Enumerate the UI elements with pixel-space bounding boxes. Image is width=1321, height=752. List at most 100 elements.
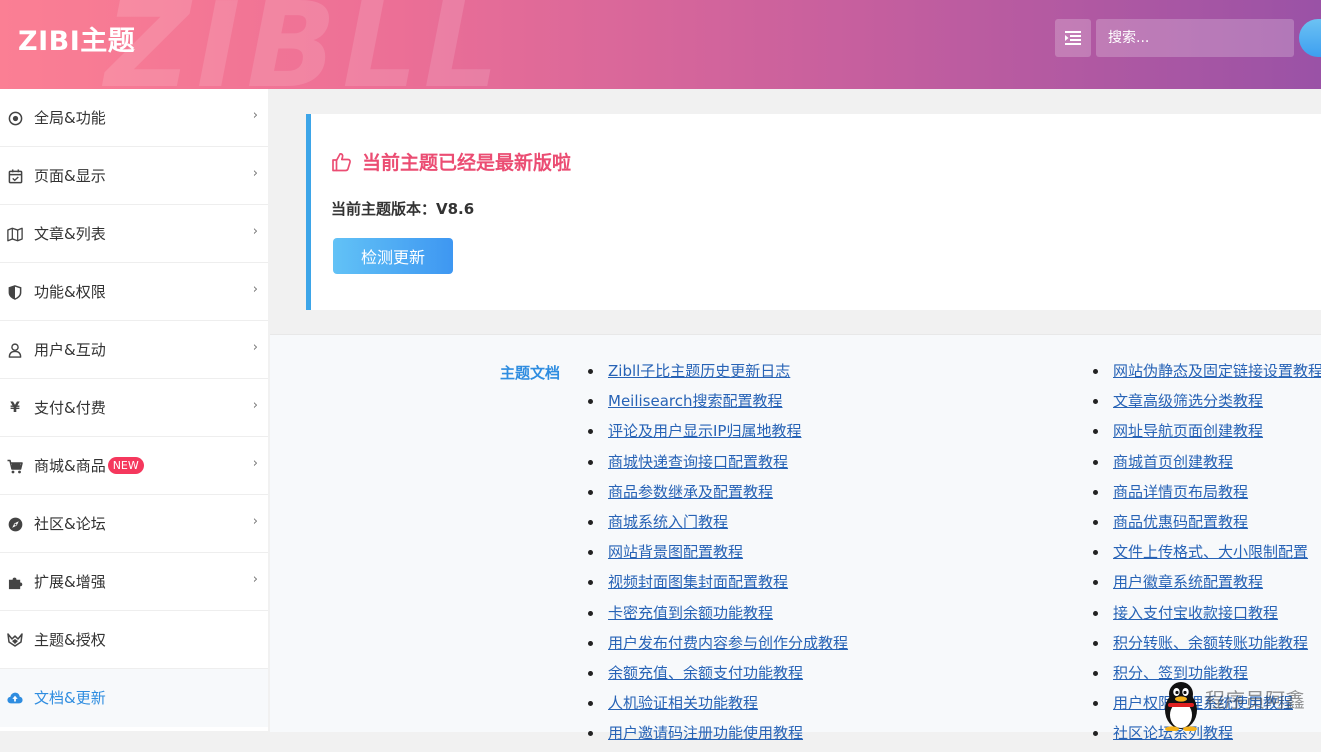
user-icon bbox=[7, 342, 23, 358]
doc-link[interactable]: 文章高级筛选分类教程 bbox=[1113, 392, 1263, 410]
cloud-upload-icon bbox=[7, 690, 23, 706]
sidebar-item-users[interactable]: 用户&互动 › bbox=[0, 321, 268, 379]
chevron-right-icon: › bbox=[252, 572, 258, 587]
docs-list-left: Zibll子比主题历史更新日志 Meilisearch搜索配置教程 评论及用户显… bbox=[588, 360, 848, 752]
sidebar-item-permissions[interactable]: 功能&权限 › bbox=[0, 263, 268, 321]
sidebar-item-license[interactable]: 主题&授权 bbox=[0, 611, 268, 669]
sidebar-item-label: 主题&授权 bbox=[34, 631, 106, 649]
list-item: 文章高级筛选分类教程 bbox=[1093, 390, 1321, 420]
watermark-text: 程序员阿鑫 bbox=[1205, 688, 1305, 712]
sidebar-item-global[interactable]: 全局&功能 › bbox=[0, 89, 268, 147]
doc-link[interactable]: 用户发布付费内容参与创作分成教程 bbox=[608, 634, 848, 652]
doc-link[interactable]: 卡密充值到余额功能教程 bbox=[608, 604, 773, 622]
sidebar-item-label: 文章&列表 bbox=[34, 225, 106, 243]
doc-link[interactable]: 商城系统入门教程 bbox=[608, 513, 728, 531]
list-item: 商城快递查询接口配置教程 bbox=[588, 451, 848, 481]
list-item: 卡密充值到余额功能教程 bbox=[588, 602, 848, 632]
shield-icon bbox=[7, 284, 23, 300]
sidebar-item-page-display[interactable]: 页面&显示 › bbox=[0, 147, 268, 205]
cart-icon bbox=[7, 458, 23, 474]
doc-link[interactable]: 网站背景图配置教程 bbox=[608, 543, 743, 561]
doc-link[interactable]: 文件上传格式、大小限制配置 bbox=[1113, 543, 1308, 561]
sidebar-item-label: 文档&更新 bbox=[34, 689, 106, 707]
update-status-title: 当前主题已经是最新版啦 bbox=[331, 148, 571, 175]
list-item: 商城首页创建教程 bbox=[1093, 451, 1321, 481]
new-badge: NEW bbox=[107, 457, 144, 474]
list-item: 人机验证相关功能教程 bbox=[588, 692, 848, 722]
brand-logo[interactable]: ZIBI主题 bbox=[18, 19, 135, 58]
qq-penguin-icon bbox=[1165, 682, 1197, 731]
sidebar-item-label: 商城&商品 bbox=[34, 457, 106, 475]
list-item: 商品参数继承及配置教程 bbox=[588, 481, 848, 511]
chevron-right-icon: › bbox=[252, 398, 258, 413]
doc-link[interactable]: 商品详情页布局教程 bbox=[1113, 483, 1248, 501]
docs-heading: 主题文档 bbox=[500, 364, 561, 382]
compass-icon bbox=[7, 516, 23, 532]
list-item: 社区论坛系列教程 bbox=[1093, 722, 1321, 752]
doc-link[interactable]: 积分转账、余额转账功能教程 bbox=[1113, 634, 1308, 652]
check-update-button[interactable]: 检测更新 bbox=[333, 238, 453, 274]
chevron-right-icon: › bbox=[252, 282, 258, 297]
doc-link[interactable]: 用户邀请码注册功能使用教程 bbox=[608, 724, 803, 742]
doc-link[interactable]: 用户徽章系统配置教程 bbox=[1113, 573, 1263, 591]
menu-toggle-button[interactable] bbox=[1055, 19, 1091, 57]
doc-link[interactable]: 商城快递查询接口配置教程 bbox=[608, 453, 788, 471]
search-input[interactable] bbox=[1096, 19, 1294, 57]
list-item: 积分转账、余额转账功能教程 bbox=[1093, 632, 1321, 662]
list-item: 商城系统入门教程 bbox=[588, 511, 848, 541]
list-item: 网址导航页面创建教程 bbox=[1093, 420, 1321, 450]
target-icon bbox=[7, 110, 23, 126]
current-version: 当前主题版本：V8.6 bbox=[331, 200, 475, 218]
search-submit-button[interactable] bbox=[1299, 19, 1321, 57]
sidebar-item-label: 社区&论坛 bbox=[34, 515, 106, 533]
sidebar-item-label: 用户&互动 bbox=[34, 341, 106, 359]
list-item: 余额充值、余额支付功能教程 bbox=[588, 662, 848, 692]
sidebar-item-payment[interactable]: ¥ 支付&付费 › bbox=[0, 379, 268, 437]
chevron-right-icon: › bbox=[252, 514, 258, 529]
sidebar-item-extensions[interactable]: 扩展&增强 › bbox=[0, 553, 268, 611]
list-item: 网站背景图配置教程 bbox=[588, 541, 848, 571]
doc-link[interactable]: 视频封面图集封面配置教程 bbox=[608, 573, 788, 591]
sidebar-item-label: 功能&权限 bbox=[34, 283, 106, 301]
sidebar-item-community[interactable]: 社区&论坛 › bbox=[0, 495, 268, 553]
calendar-icon bbox=[7, 168, 23, 184]
doc-link[interactable]: 人机验证相关功能教程 bbox=[608, 694, 758, 712]
puzzle-icon bbox=[7, 574, 23, 590]
chevron-right-icon: › bbox=[252, 166, 258, 181]
list-item: 用户邀请码注册功能使用教程 bbox=[588, 722, 848, 752]
list-item: 商品优惠码配置教程 bbox=[1093, 511, 1321, 541]
update-status-card: 当前主题已经是最新版啦 当前主题版本：V8.6 检测更新 bbox=[306, 114, 1321, 310]
thumbs-up-icon bbox=[332, 152, 351, 171]
chevron-right-icon: › bbox=[252, 108, 258, 123]
sidebar-item-shop[interactable]: 商城&商品 NEW › bbox=[0, 437, 268, 495]
list-item: 评论及用户显示IP归属地教程 bbox=[588, 420, 848, 450]
sidebar-item-label-wrap: 商城&商品 NEW bbox=[34, 455, 144, 477]
doc-link[interactable]: 余额充值、余额支付功能教程 bbox=[608, 664, 803, 682]
sidebar-item-articles[interactable]: 文章&列表 › bbox=[0, 205, 268, 263]
yen-icon: ¥ bbox=[10, 400, 20, 416]
leaf-icon bbox=[7, 632, 23, 648]
doc-link[interactable]: 网址导航页面创建教程 bbox=[1113, 422, 1263, 440]
doc-link[interactable]: 网站伪静态及固定链接设置教程 bbox=[1113, 362, 1321, 380]
sidebar-item-label: 扩展&增强 bbox=[34, 573, 106, 591]
doc-link[interactable]: 商城首页创建教程 bbox=[1113, 453, 1233, 471]
sidebar-item-docs-update[interactable]: 文档&更新 bbox=[0, 669, 268, 727]
doc-link[interactable]: 接入支付宝收款接口教程 bbox=[1113, 604, 1278, 622]
chevron-right-icon: › bbox=[252, 224, 258, 239]
docs-section: 主题文档 Zibll子比主题历史更新日志 Meilisearch搜索配置教程 评… bbox=[270, 334, 1321, 742]
list-item: Meilisearch搜索配置教程 bbox=[588, 390, 848, 420]
map-icon bbox=[7, 226, 23, 242]
list-item: 视频封面图集封面配置教程 bbox=[588, 571, 848, 601]
doc-link[interactable]: 评论及用户显示IP归属地教程 bbox=[608, 422, 801, 440]
header-watermark: ZIBLL bbox=[105, 0, 505, 89]
doc-link[interactable]: Zibll子比主题历史更新日志 bbox=[608, 362, 790, 380]
doc-link[interactable]: 商品优惠码配置教程 bbox=[1113, 513, 1248, 531]
list-indent-icon bbox=[1065, 31, 1081, 45]
sidebar-item-label: 支付&付费 bbox=[34, 399, 106, 417]
list-item: Zibll子比主题历史更新日志 bbox=[588, 360, 848, 390]
update-status-text: 当前主题已经是最新版啦 bbox=[362, 152, 572, 174]
doc-link[interactable]: Meilisearch搜索配置教程 bbox=[608, 392, 783, 410]
chevron-right-icon: › bbox=[252, 456, 258, 471]
list-item: 用户发布付费内容参与创作分成教程 bbox=[588, 632, 848, 662]
doc-link[interactable]: 商品参数继承及配置教程 bbox=[608, 483, 773, 501]
